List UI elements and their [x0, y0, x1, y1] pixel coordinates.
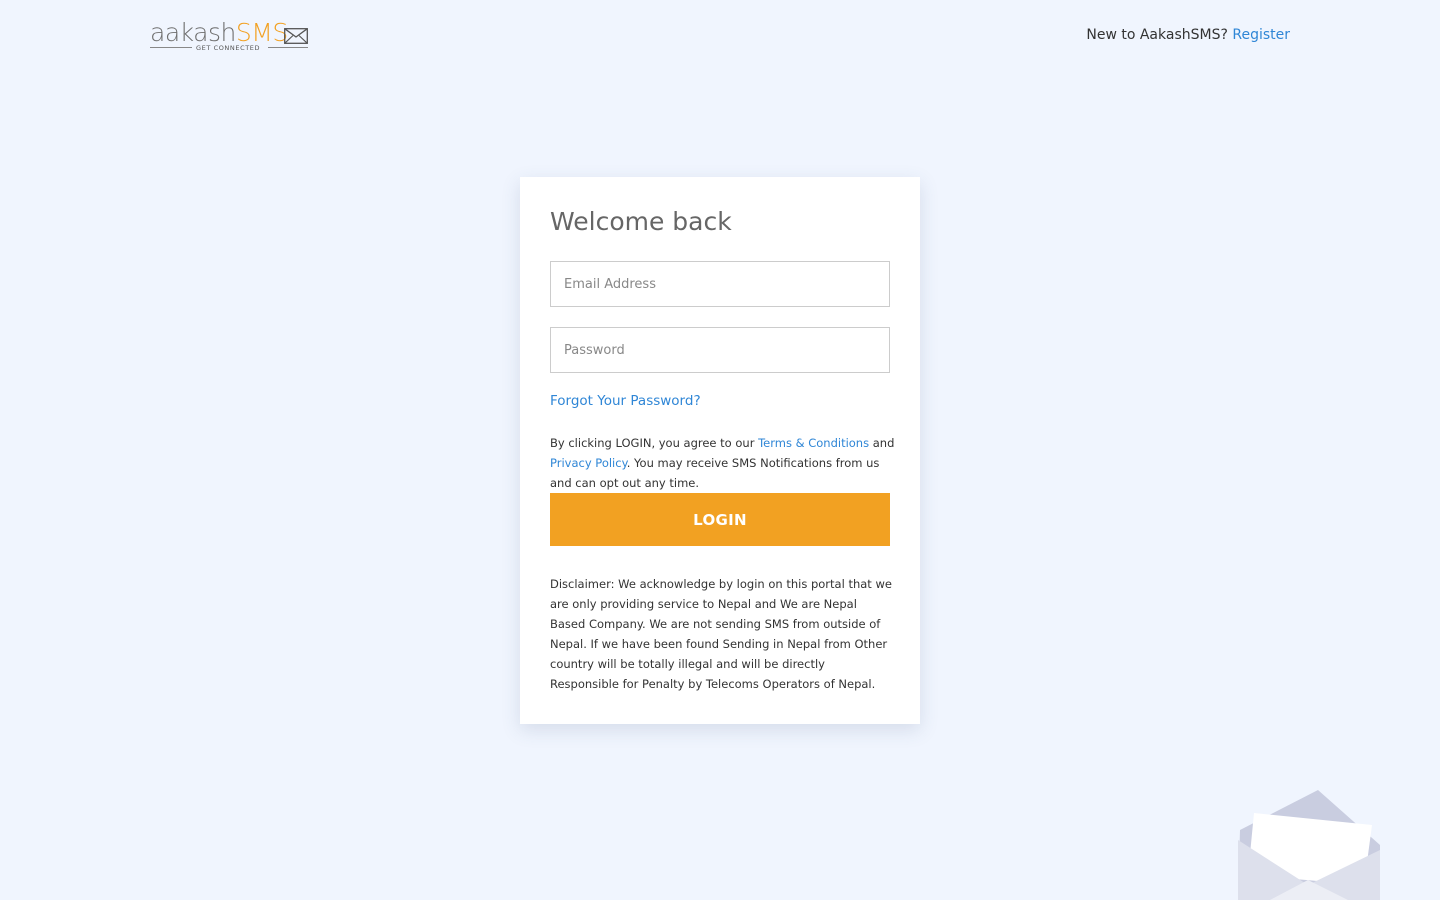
privacy-policy-link[interactable]: Privacy Policy — [550, 456, 627, 470]
register-prompt: New to AakashSMS? Register — [1086, 27, 1290, 43]
header: aakashSMS GET CONNECTED New to AakashSMS… — [150, 18, 1290, 54]
envelope-icon — [284, 28, 308, 44]
register-link[interactable]: Register — [1232, 27, 1290, 43]
page-title: Welcome back — [550, 207, 732, 236]
login-button[interactable]: LOGIN — [550, 493, 890, 546]
open-envelope-illustration — [1238, 790, 1380, 900]
password-field[interactable] — [550, 327, 890, 373]
logo-divider — [150, 47, 192, 48]
aakashsms-logo[interactable]: aakashSMS GET CONNECTED — [150, 18, 310, 54]
terms-middle: and — [869, 436, 895, 450]
logo-brand-part1: aakash — [150, 18, 236, 47]
terms-prefix: By clicking LOGIN, you agree to our — [550, 436, 759, 450]
forgot-password-link[interactable]: Forgot Your Password? — [550, 393, 701, 409]
register-prompt-text: New to AakashSMS? — [1086, 27, 1228, 43]
logo-divider — [268, 47, 308, 48]
logo-tagline: GET CONNECTED — [196, 44, 261, 52]
terms-conditions-link[interactable]: Terms & Conditions — [758, 436, 869, 450]
disclaimer-text: Disclaimer: We acknowledge by login on t… — [550, 577, 892, 691]
login-card: Welcome back Forgot Your Password? By cl… — [520, 177, 920, 724]
email-field[interactable] — [550, 261, 890, 307]
terms-notice: By clicking LOGIN, you agree to our Term… — [550, 433, 895, 493]
logo-brand-part2: SMS — [235, 18, 288, 47]
